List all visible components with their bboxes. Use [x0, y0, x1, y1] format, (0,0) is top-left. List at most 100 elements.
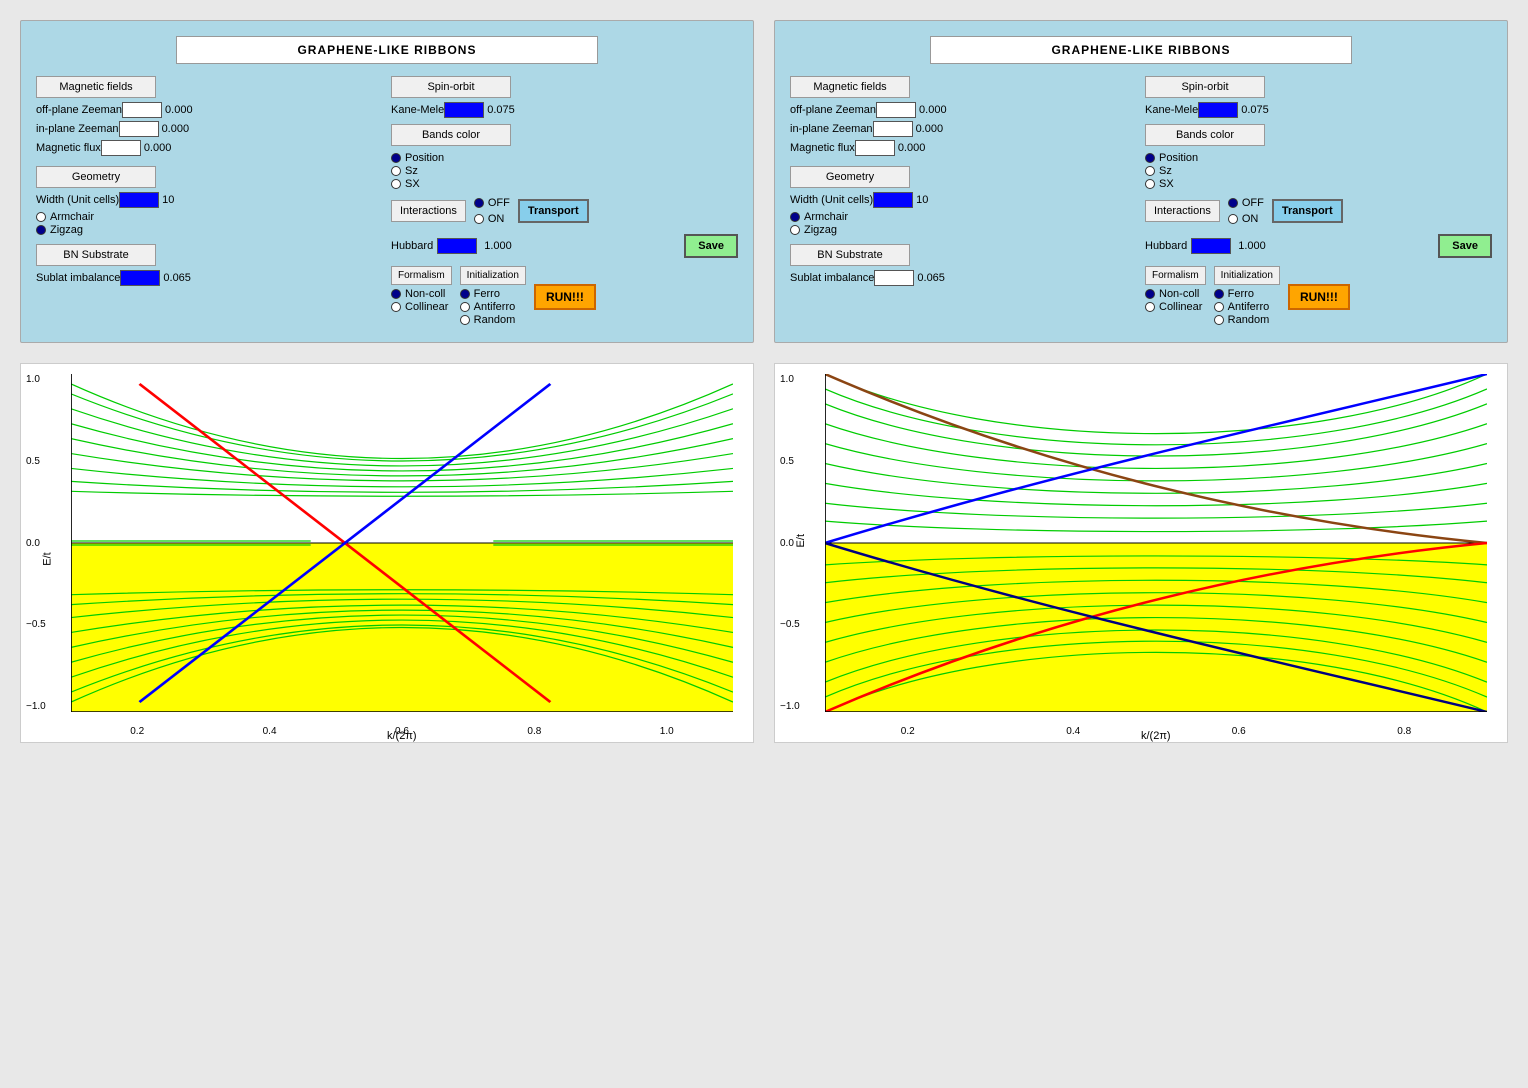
- on-radio-2[interactable]: ON: [1228, 213, 1264, 225]
- sz-radio-2[interactable]: Sz: [1145, 165, 1492, 177]
- transport-button-2[interactable]: Transport: [1272, 199, 1343, 223]
- armchair-label-2: Armchair: [804, 211, 848, 223]
- x2-tick-0.4: 0.4: [1066, 726, 1080, 737]
- position-radio-icon-2: [1145, 153, 1155, 163]
- x2-tick-0.8: 0.8: [1397, 726, 1411, 737]
- position-radio-1[interactable]: Position: [391, 152, 738, 164]
- bn-substrate-label-2: BN Substrate: [790, 244, 910, 266]
- in-plane-input-2[interactable]: [873, 121, 913, 137]
- zigzag-radio-2[interactable]: Zigzag: [790, 224, 1137, 236]
- y-axis-labels-1: 1.0 0.5 0.0 −0.5 −1.0: [26, 374, 46, 712]
- width-input-2[interactable]: [873, 192, 913, 208]
- off-label-1: OFF: [488, 197, 510, 209]
- ferro-radio-2[interactable]: Ferro: [1214, 288, 1280, 300]
- noncoll-radio-1[interactable]: Non-coll: [391, 288, 452, 300]
- random-radio-1[interactable]: Random: [460, 314, 526, 326]
- mag-flux-input-1[interactable]: [101, 140, 141, 156]
- sx-radio-1[interactable]: SX: [391, 178, 738, 190]
- random-radio-icon-2: [1214, 315, 1224, 325]
- noncoll-label-1: Non-coll: [405, 288, 445, 300]
- sz-radio-icon-1: [391, 166, 401, 176]
- collinear-radio-2[interactable]: Collinear: [1145, 301, 1206, 313]
- edge-radio-group-2: Armchair Zigzag: [790, 211, 1137, 236]
- hubbard-input-1[interactable]: [437, 238, 477, 254]
- y2-tick--1.0: −1.0: [780, 701, 800, 712]
- panel-left: GRAPHENE-LIKE RIBBONS Magnetic fields of…: [20, 20, 754, 343]
- mag-flux-input-2[interactable]: [855, 140, 895, 156]
- sublat-input-1[interactable]: [120, 270, 160, 286]
- on-radio-icon-2: [1228, 214, 1238, 224]
- y-label-2: E/t: [795, 534, 807, 547]
- y-tick-1.0: 1.0: [26, 374, 46, 385]
- on-label-2: ON: [1242, 213, 1259, 225]
- kane-mele-row-1: Kane-Mele 0.075: [391, 102, 738, 118]
- kane-mele-input-1[interactable]: [444, 102, 484, 118]
- right-col-2: Spin-orbit Kane-Mele 0.075 Bands color P…: [1145, 76, 1492, 327]
- panel-left-title: GRAPHENE-LIKE RIBBONS: [176, 36, 597, 64]
- off-radio-1[interactable]: OFF: [474, 197, 510, 209]
- armchair-radio-icon-2: [790, 212, 800, 222]
- bands-color-label-2: Bands color: [1145, 124, 1265, 146]
- position-label-1: Position: [405, 152, 444, 164]
- antiferro-radio-2[interactable]: Antiferro: [1214, 301, 1280, 313]
- random-label-1: Random: [474, 314, 516, 326]
- bn-substrate-label-1: BN Substrate: [36, 244, 156, 266]
- run-button-1[interactable]: RUN!!!: [534, 284, 596, 310]
- off-radio-2[interactable]: OFF: [1228, 197, 1264, 209]
- magnetic-fields-label-1: Magnetic fields: [36, 76, 156, 98]
- left-col-2: Magnetic fields off-plane Zeeman 0.000 i…: [790, 76, 1137, 327]
- zigzag-label-1: Zigzag: [50, 224, 83, 236]
- collinear-radio-1[interactable]: Collinear: [391, 301, 452, 313]
- off-plane-input-2[interactable]: [876, 102, 916, 118]
- antiferro-radio-1[interactable]: Antiferro: [460, 301, 526, 313]
- sublat-value-1: 0.065: [163, 272, 191, 284]
- save-button-1[interactable]: Save: [684, 234, 738, 258]
- hubbard-row-1: Hubbard 1.000 Save: [391, 234, 738, 258]
- ferro-radio-1[interactable]: Ferro: [460, 288, 526, 300]
- run-button-2[interactable]: RUN!!!: [1288, 284, 1350, 310]
- off-plane-value-1: 0.000: [165, 104, 193, 116]
- sublat-row-2: Sublat imbalance 0.065: [790, 270, 1137, 286]
- off-plane-input-1[interactable]: [122, 102, 162, 118]
- in-plane-input-1[interactable]: [119, 121, 159, 137]
- kane-mele-value-2: 0.075: [1241, 104, 1269, 116]
- sublat-label-2: Sublat imbalance: [790, 272, 874, 284]
- sublat-input-2[interactable]: [874, 270, 914, 286]
- y-label-1: E/t: [42, 552, 54, 565]
- init-group-2: Initialization Ferro Antiferro: [1214, 266, 1280, 327]
- geometry-label-2: Geometry: [790, 166, 910, 188]
- random-radio-2[interactable]: Random: [1214, 314, 1280, 326]
- on-radio-1[interactable]: ON: [474, 213, 510, 225]
- width-input-1[interactable]: [119, 192, 159, 208]
- noncoll-radio-2[interactable]: Non-coll: [1145, 288, 1206, 300]
- sx-radio-icon-1: [391, 179, 401, 189]
- x-label-2: k/(2π): [1141, 730, 1171, 742]
- armchair-radio-1[interactable]: Armchair: [36, 211, 383, 223]
- off-on-group-1: OFF ON: [474, 196, 510, 226]
- transport-button-1[interactable]: Transport: [518, 199, 589, 223]
- hubbard-input-2[interactable]: [1191, 238, 1231, 254]
- width-label-1: Width (Unit cells): [36, 194, 119, 206]
- y-tick-0.0: 0.0: [26, 538, 46, 549]
- position-radio-2[interactable]: Position: [1145, 152, 1492, 164]
- x2-tick-0.6: 0.6: [1232, 726, 1246, 737]
- sz-radio-1[interactable]: Sz: [391, 165, 738, 177]
- y2-tick-1.0: 1.0: [780, 374, 800, 385]
- kane-mele-input-2[interactable]: [1198, 102, 1238, 118]
- zigzag-radio-icon-2: [790, 225, 800, 235]
- x-tick-0.8-1: 0.8: [527, 726, 541, 737]
- sx-radio-2[interactable]: SX: [1145, 178, 1492, 190]
- off-label-2: OFF: [1242, 197, 1264, 209]
- sublat-value-2: 0.065: [917, 272, 945, 284]
- mag-flux-value-1: 0.000: [144, 142, 172, 154]
- kane-mele-row-2: Kane-Mele 0.075: [1145, 102, 1492, 118]
- bands-color-label-1: Bands color: [391, 124, 511, 146]
- in-plane-row-1: in-plane Zeeman 0.000: [36, 121, 383, 137]
- interactions-row-1: Interactions OFF ON Transport: [391, 196, 738, 226]
- save-button-2[interactable]: Save: [1438, 234, 1492, 258]
- zigzag-radio-1[interactable]: Zigzag: [36, 224, 383, 236]
- noncoll-radio-icon-1: [391, 289, 401, 299]
- armchair-radio-2[interactable]: Armchair: [790, 211, 1137, 223]
- bands-color-radio-1: Position Sz SX: [391, 152, 738, 190]
- sx-label-2: SX: [1159, 178, 1174, 190]
